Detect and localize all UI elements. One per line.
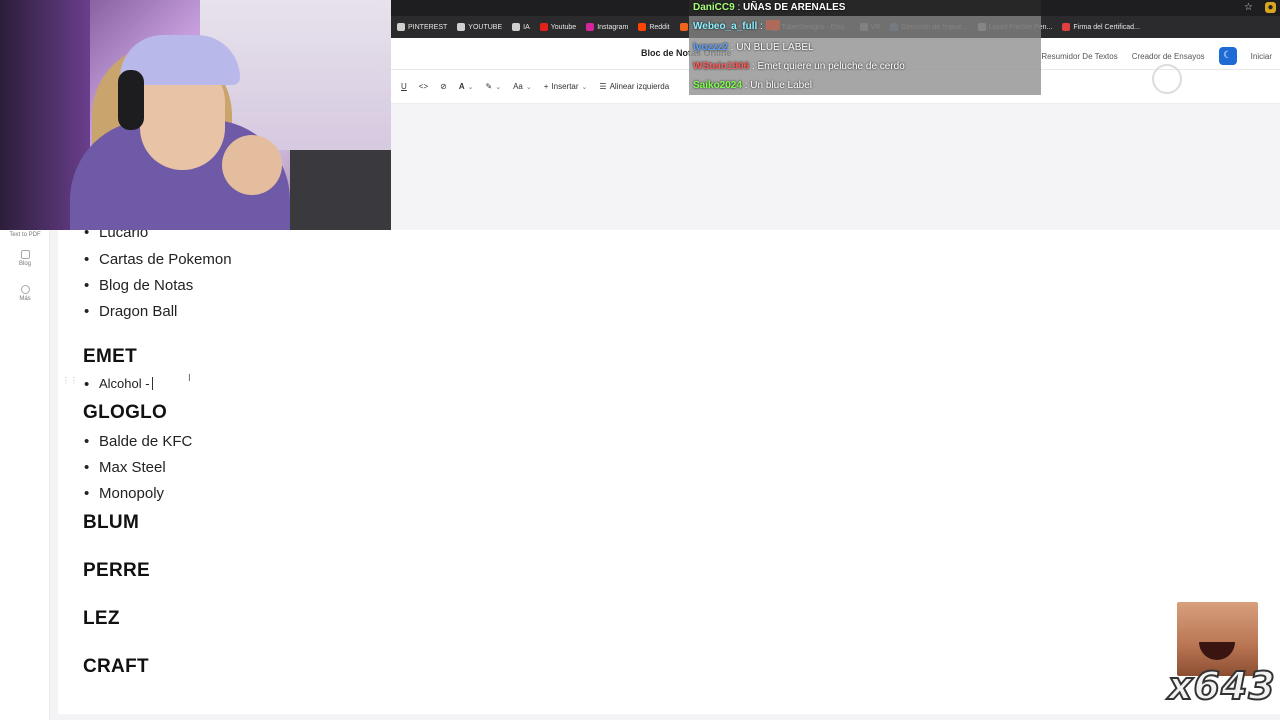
emote-icon	[765, 20, 780, 30]
bookmark-label: YOUTUBE	[468, 23, 503, 31]
combo-counter: x643	[1167, 663, 1276, 709]
text-cursor-icon: I	[188, 373, 191, 384]
bookmark-label: Firma del Certificad...	[1073, 23, 1140, 31]
bookmark-label: Reddit	[649, 23, 670, 31]
list-item[interactable]: Max Steel	[84, 459, 166, 476]
youtube-icon	[539, 23, 548, 31]
bookmark-label: Youtube	[550, 23, 577, 31]
chat-username: WStein1906	[693, 61, 750, 72]
chat-overlay: DaniCC9 : UÑAS DE ARENALES Webeo_a_full …	[689, 0, 1041, 95]
list-item[interactable]: Cartas de Pokemon	[84, 251, 232, 268]
align-label: Alinear izquierda	[609, 82, 670, 91]
chat-message: Webeo_a_full :	[689, 16, 1041, 38]
chevron-down-icon: ⌄	[495, 83, 502, 91]
font-color-button[interactable]: A ⌄	[459, 82, 474, 91]
list-item[interactable]: Balde de KFC	[84, 433, 192, 450]
chat-message: WStein1906 : Emet quiere un peluche de c…	[689, 57, 1041, 76]
heading-emet[interactable]: EMET	[83, 346, 137, 368]
link-icon[interactable]: ⊘	[440, 82, 447, 91]
streamer-hand	[222, 135, 282, 195]
bookmark-item[interactable]: IA	[512, 23, 530, 31]
reddit-icon	[638, 23, 647, 31]
list-item[interactable]: Monopoly	[84, 485, 164, 502]
folder-icon	[397, 23, 405, 31]
bookmark-label: IA	[523, 23, 530, 31]
list-item[interactable]: Dragon Ball	[84, 303, 177, 320]
sidebar-item-text-to-pdf[interactable]: Text to PDF	[0, 232, 50, 238]
extension-icon[interactable]: ●	[1265, 2, 1276, 13]
list-item-active[interactable]: Alcohol -	[84, 376, 153, 393]
chevron-down-icon: ⌄	[525, 83, 532, 91]
heading-blum[interactable]: BLUM	[83, 512, 139, 534]
sidebar-item-label: Blog	[18, 261, 31, 267]
chat-message: lyozzz2 : UN BLUE LABEL	[689, 38, 1041, 57]
heading-lez[interactable]: LEZ	[83, 608, 120, 630]
bookmark-item[interactable]: Youtube	[539, 23, 577, 31]
heading-gloglo[interactable]: GLOGLO	[83, 402, 167, 424]
text-caret	[151, 377, 153, 390]
meme-mouth	[1199, 642, 1235, 660]
align-left-icon: ☰	[599, 82, 607, 91]
chat-username: Webeo_a_full	[693, 21, 758, 32]
sidebar-item-blog[interactable]: Blog	[0, 250, 50, 267]
chat-username: Saiko2024	[693, 80, 742, 91]
blog-icon	[20, 250, 30, 259]
font-size-button[interactable]: Aa ⌄	[513, 82, 532, 91]
chat-username: DaniCC9	[693, 2, 735, 13]
list-item-text: Alcohol -	[99, 376, 150, 391]
instagram-icon	[586, 23, 595, 31]
pen-icon: ✎	[485, 82, 493, 91]
bookmark-item[interactable]: Reddit	[638, 23, 670, 31]
font-size-label: Aa	[513, 82, 523, 91]
list-item[interactable]: Blog de Notas	[84, 277, 193, 294]
insert-button[interactable]: + Insertar ⌄	[544, 82, 588, 91]
loading-spinner-icon	[1152, 64, 1182, 94]
heading-perre[interactable]: PERRE	[83, 560, 150, 582]
header-nav: Resumidor De Textos Creador de Ensayos ☾…	[1041, 47, 1272, 65]
etsy-icon	[679, 23, 688, 31]
chat-text: Un blue Label	[750, 80, 812, 91]
more-icon	[20, 285, 30, 294]
underline-button[interactable]: U	[401, 82, 407, 91]
sidebar-item-more[interactable]: Más	[0, 285, 50, 302]
plus-icon: +	[543, 82, 549, 91]
folder-icon	[457, 23, 466, 31]
chevron-down-icon: ⌄	[467, 83, 474, 91]
code-button[interactable]: <>	[419, 82, 428, 91]
bookmark-label: Instagram	[597, 23, 629, 31]
nav-creador-link[interactable]: Creador de Ensayos	[1132, 52, 1205, 61]
chat-message: Saiko2024 : Un blue Label	[689, 76, 1041, 95]
chat-username: lyozzz2	[693, 42, 729, 53]
insert-label: Insertar	[551, 82, 579, 91]
font-color-label: A	[458, 82, 465, 91]
headset-icon	[118, 70, 144, 130]
chat-text: Emet quiere un peluche de cerdo	[757, 61, 905, 72]
bookmark-item[interactable]: YOUTUBE	[457, 23, 502, 31]
moon-icon[interactable]: ☾	[1218, 47, 1237, 65]
chevron-down-icon: ⌄	[581, 83, 588, 91]
sidebar-item-label: Text to PDF	[9, 232, 41, 238]
bookmark-label: PINTEREST	[408, 23, 448, 31]
webcam-desk	[290, 150, 391, 230]
chat-text: UÑAS DE ARENALES	[743, 2, 846, 13]
highlight-button[interactable]: ✎ ⌄	[485, 82, 501, 91]
bookmark-item[interactable]: PINTEREST	[397, 23, 447, 31]
page-icon	[1062, 23, 1071, 31]
folder-icon	[512, 23, 521, 31]
star-icon[interactable]: ☆	[1243, 2, 1254, 13]
note-editor[interactable]: Lucario Cartas de Pokemon Blog de Notas …	[58, 224, 1280, 714]
drag-handle-icon[interactable]: ⋮⋮	[62, 376, 78, 385]
login-link[interactable]: Iniciar	[1251, 52, 1272, 61]
chat-message: DaniCC9 : UÑAS DE ARENALES	[689, 0, 1041, 16]
heading-craft[interactable]: CRAFT	[83, 656, 149, 678]
chat-text: UN BLUE LABEL	[736, 42, 814, 53]
nav-resumidor-link[interactable]: Resumidor De Textos	[1041, 52, 1117, 61]
webcam-overlay	[0, 0, 391, 230]
screen: ☆ ● PINTEREST YOUTUBE IA Youtube Instagram Re…	[0, 0, 1280, 720]
bookmark-item[interactable]: Instagram	[586, 23, 628, 31]
sidebar-item-label: Más	[19, 296, 31, 302]
bookmark-item[interactable]: Firma del Certificad...	[1062, 23, 1140, 31]
left-sidebar: Text to PDF Blog Más	[0, 230, 50, 720]
align-left-button[interactable]: ☰ Alinear izquierda	[599, 82, 669, 91]
